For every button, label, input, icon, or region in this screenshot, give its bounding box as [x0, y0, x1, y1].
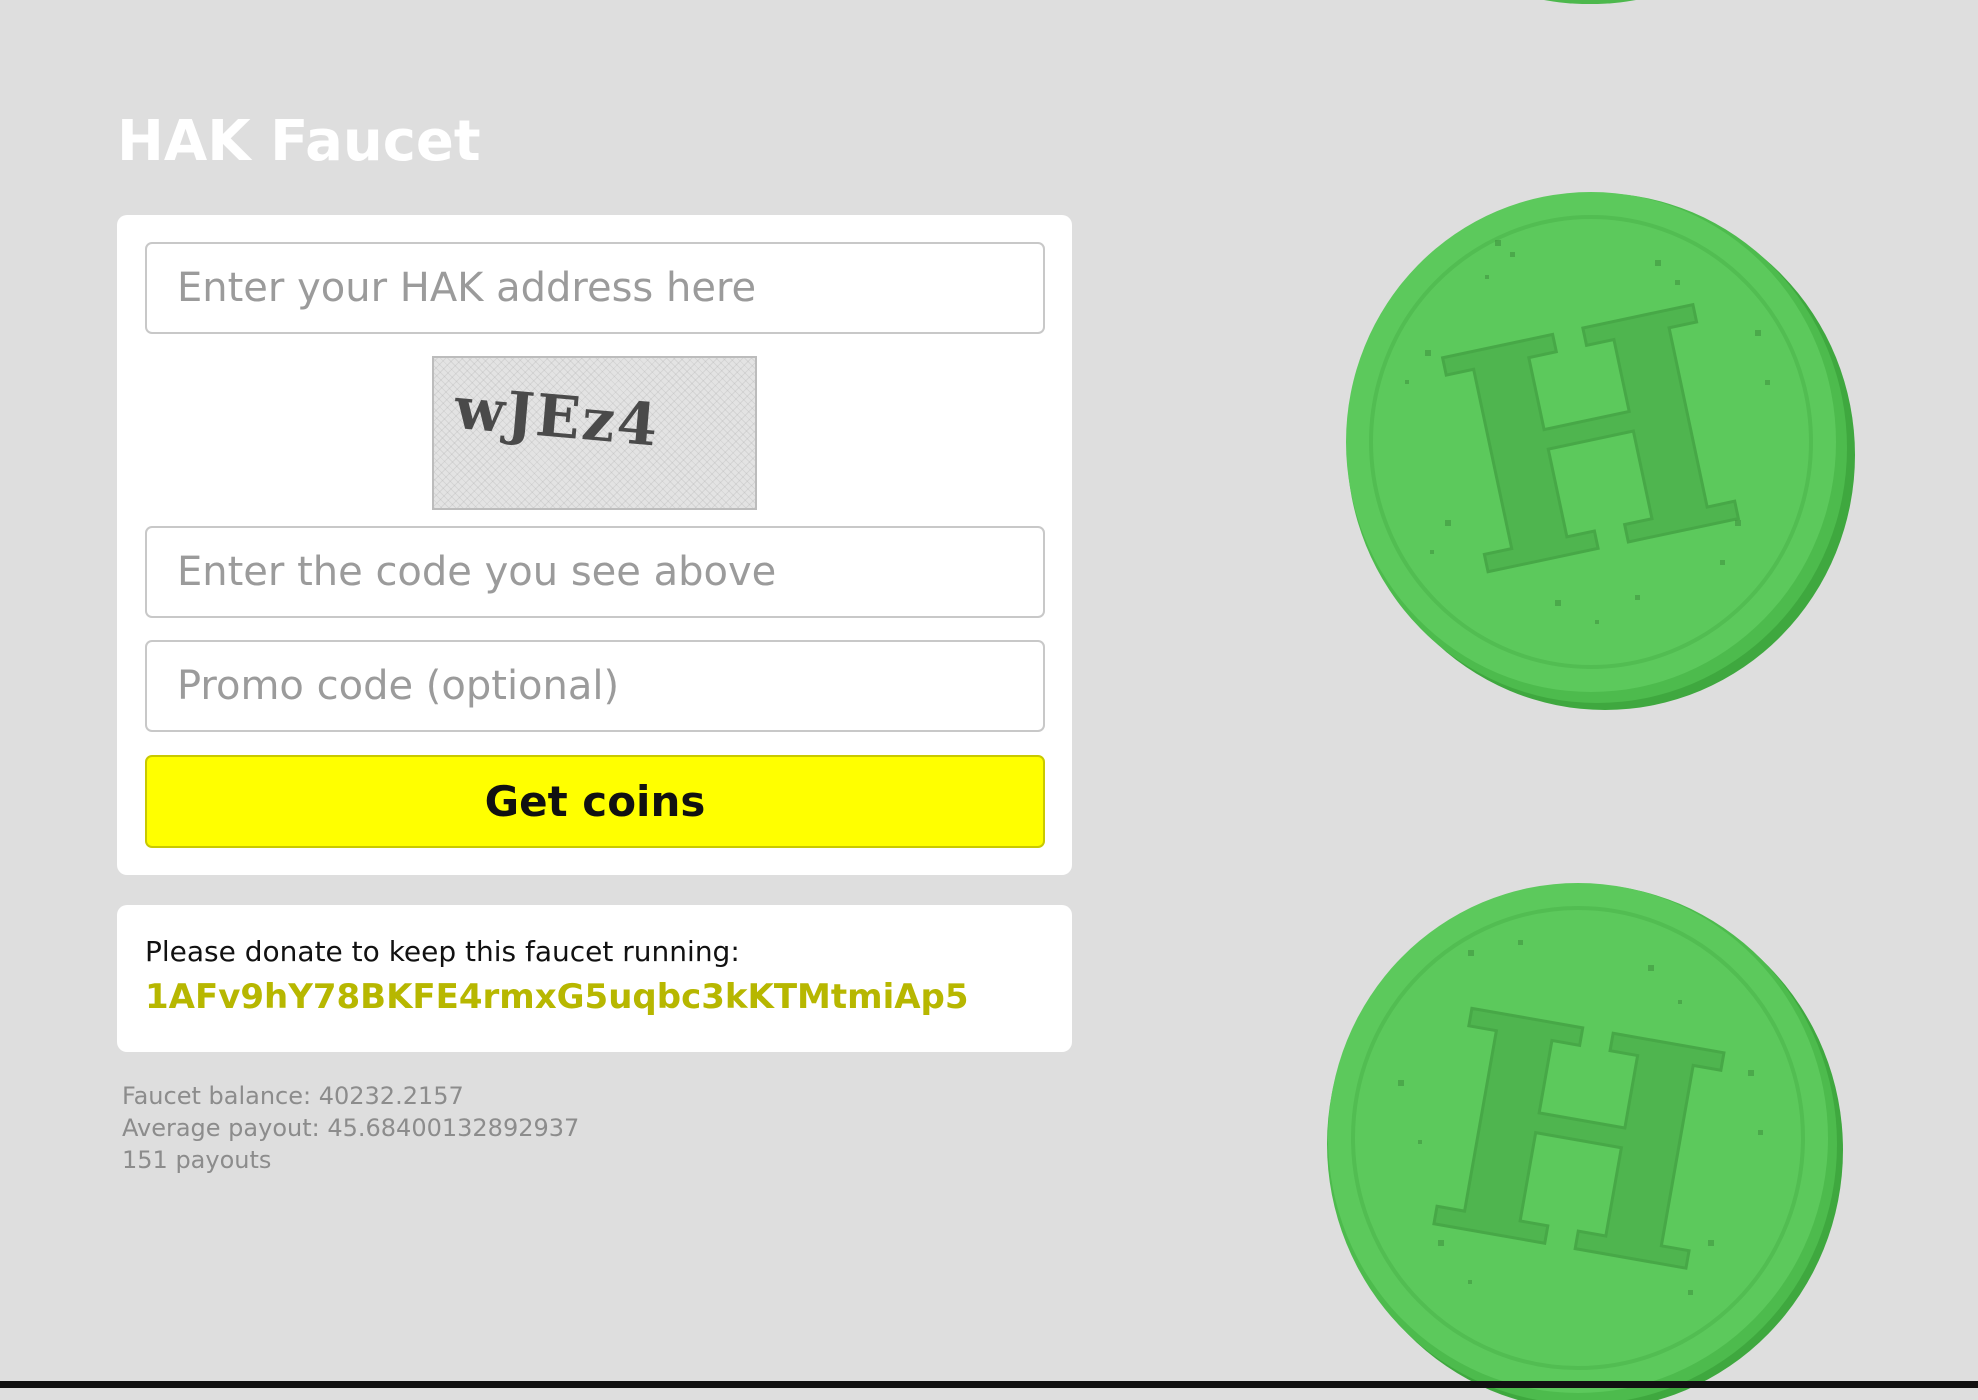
- donate-address-link[interactable]: 1AFv9hY78BKFE4rmxG5uqbc3kKTMtmiAp5: [145, 977, 969, 1017]
- get-coins-button[interactable]: Get coins: [145, 755, 1045, 848]
- donate-card: Please donate to keep this faucet runnin…: [117, 905, 1072, 1052]
- promo-code-input[interactable]: [145, 640, 1045, 732]
- payout-count: 151 payouts: [122, 1146, 272, 1174]
- faucet-stats: Faucet balance: 40232.2157 Average payou…: [122, 1080, 579, 1176]
- captcha-image: wJEz4: [432, 356, 757, 510]
- coin-image: H: [1346, 192, 1855, 710]
- page-title: HAK Faucet: [117, 109, 481, 174]
- address-input[interactable]: [145, 242, 1045, 334]
- coin-image: H: [1327, 883, 1843, 1400]
- coin-letter: H: [1408, 944, 1748, 1341]
- donate-label: Please donate to keep this faucet runnin…: [145, 935, 740, 968]
- average-payout: Average payout: 45.68400132892937: [122, 1114, 580, 1142]
- faucet-balance: Faucet balance: 40232.2157: [122, 1082, 464, 1110]
- faucet-form-card: wJEz4 Get coins: [117, 215, 1072, 875]
- captcha-input[interactable]: [145, 526, 1045, 618]
- bottom-border: [0, 1381, 1978, 1388]
- coin-top-partial-image: [1544, 0, 1636, 4]
- captcha-text: wJEz4: [452, 374, 663, 460]
